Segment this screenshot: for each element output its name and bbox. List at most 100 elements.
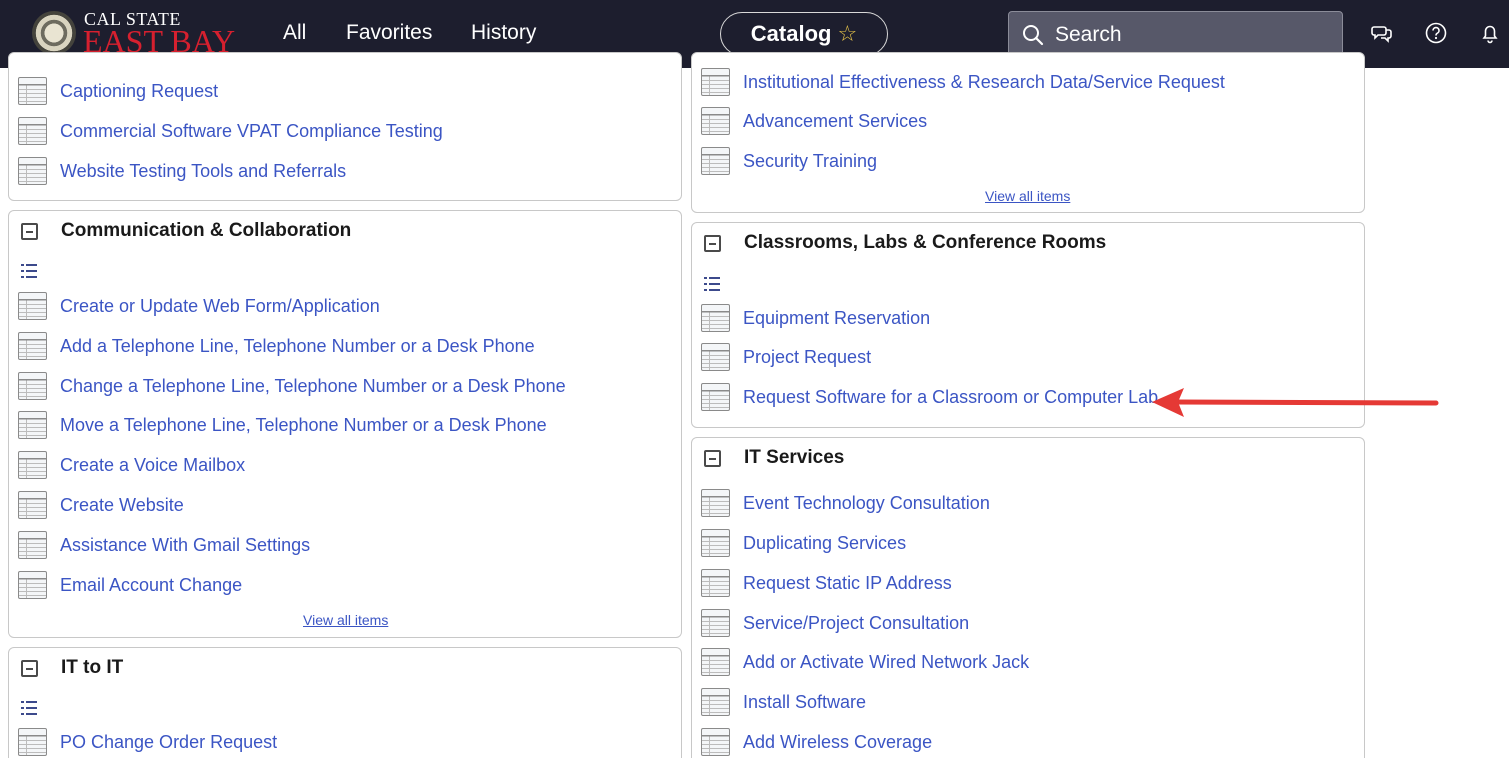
list-item[interactable]: Create Website xyxy=(9,489,681,521)
list-view-icon[interactable] xyxy=(21,701,37,715)
list-item[interactable]: Advancement Services xyxy=(692,105,1364,137)
list-item[interactable]: Add or Activate Wired Network Jack xyxy=(692,646,1364,678)
search-icon xyxy=(1023,25,1044,46)
item-link[interactable]: Website Testing Tools and Referrals xyxy=(60,160,346,182)
card-title: IT Services xyxy=(744,447,845,468)
list-item[interactable]: Service/Project Consultation xyxy=(692,607,1364,639)
view-all-items-link[interactable]: View all items xyxy=(985,188,1070,204)
search-input[interactable] xyxy=(1055,20,1325,50)
list-item[interactable]: PO Change Order Request xyxy=(9,726,681,758)
list-item[interactable]: Captioning Request xyxy=(9,75,681,107)
item-link[interactable]: Advancement Services xyxy=(743,110,927,132)
card-header: Communication & Collaboration xyxy=(9,211,681,251)
catalog-item-icon xyxy=(701,728,730,756)
card-it-services: IT Services Event Technology Consultatio… xyxy=(691,437,1365,758)
item-link[interactable]: Install Software xyxy=(743,691,866,713)
item-link[interactable]: Add Wireless Coverage xyxy=(743,731,932,753)
catalog-item-icon xyxy=(701,529,730,557)
list-item[interactable]: Project Request xyxy=(692,341,1364,373)
item-link[interactable]: Request Software for a Classroom or Comp… xyxy=(743,386,1158,408)
item-link[interactable]: Create a Voice Mailbox xyxy=(60,454,245,476)
item-link[interactable]: Request Static IP Address xyxy=(743,572,952,594)
card-header: IT Services xyxy=(692,438,1364,478)
notification-bell-icon[interactable] xyxy=(1479,22,1501,44)
item-link[interactable]: Move a Telephone Line, Telephone Number … xyxy=(60,414,547,436)
list-item[interactable]: Website Testing Tools and Referrals xyxy=(9,155,681,187)
card-header: IT to IT xyxy=(9,648,681,688)
list-item[interactable]: Security Training xyxy=(692,145,1364,177)
list-view-icon[interactable] xyxy=(704,277,720,291)
catalog-item-icon xyxy=(701,609,730,637)
catalog-item-icon xyxy=(701,304,730,332)
collapse-icon[interactable] xyxy=(21,223,38,240)
catalog-item-icon xyxy=(701,68,730,96)
catalog-button[interactable]: Catalog ☆ xyxy=(720,12,888,56)
star-icon[interactable]: ☆ xyxy=(837,23,857,45)
card-communication-collaboration: Communication & Collaboration Create or … xyxy=(8,210,682,638)
card-title: IT to IT xyxy=(61,657,124,678)
list-item[interactable]: Email Account Change xyxy=(9,569,681,601)
catalog-item-icon xyxy=(701,383,730,411)
item-link[interactable]: Equipment Reservation xyxy=(743,307,930,329)
list-item[interactable]: Equipment Reservation xyxy=(692,302,1364,334)
item-link[interactable]: Security Training xyxy=(743,150,877,172)
card-title: Communication & Collaboration xyxy=(61,220,352,241)
help-icon[interactable] xyxy=(1425,22,1447,44)
nav-favorites[interactable]: Favorites xyxy=(346,20,432,46)
collapse-icon[interactable] xyxy=(704,450,721,467)
item-link[interactable]: Service/Project Consultation xyxy=(743,612,969,634)
item-link[interactable]: Add or Activate Wired Network Jack xyxy=(743,651,1029,673)
collapse-icon[interactable] xyxy=(21,660,38,677)
item-link[interactable]: Assistance With Gmail Settings xyxy=(60,534,310,556)
catalog-item-icon xyxy=(701,489,730,517)
collapse-icon[interactable] xyxy=(704,235,721,252)
item-link[interactable]: Institutional Effectiveness & Research D… xyxy=(743,71,1225,93)
view-all-items-link[interactable]: View all items xyxy=(303,612,388,628)
catalog-item-icon xyxy=(18,728,47,756)
list-item[interactable]: Create or Update Web Form/Application xyxy=(9,290,681,322)
search-box[interactable] xyxy=(1008,11,1343,57)
nav-history[interactable]: History xyxy=(471,20,536,46)
item-link[interactable]: Create or Update Web Form/Application xyxy=(60,295,380,317)
list-item[interactable]: Move a Telephone Line, Telephone Number … xyxy=(9,409,681,441)
list-item[interactable]: Install Software xyxy=(692,686,1364,718)
card-title: Classrooms, Labs & Conference Rooms xyxy=(744,232,1107,253)
card-research-services: Institutional Effectiveness & Research D… xyxy=(691,52,1365,213)
item-link[interactable]: Event Technology Consultation xyxy=(743,492,990,514)
item-link[interactable]: Captioning Request xyxy=(60,80,218,102)
item-link[interactable]: PO Change Order Request xyxy=(60,731,277,753)
nav-all[interactable]: All xyxy=(283,20,306,46)
card-it-to-it: IT to IT PO Change Order Request xyxy=(8,647,682,758)
list-item[interactable]: Request Static IP Address xyxy=(692,567,1364,599)
list-item[interactable]: Commercial Software VPAT Compliance Test… xyxy=(9,115,681,147)
item-link[interactable]: Change a Telephone Line, Telephone Numbe… xyxy=(60,375,566,397)
item-link[interactable]: Duplicating Services xyxy=(743,532,906,554)
catalog-label: Catalog xyxy=(750,21,832,46)
catalog-item-icon xyxy=(701,107,730,135)
catalog-item-icon xyxy=(18,531,47,559)
item-link[interactable]: Create Website xyxy=(60,494,184,516)
catalog-item-icon xyxy=(701,648,730,676)
cal-state-east-bay-logo[interactable]: CAL STATE EAST BAY xyxy=(30,10,245,58)
list-item[interactable]: Assistance With Gmail Settings xyxy=(9,529,681,561)
chat-icon[interactable] xyxy=(1371,22,1393,44)
item-link[interactable]: Email Account Change xyxy=(60,574,242,596)
catalog-item-icon xyxy=(18,372,47,400)
item-link[interactable]: Project Request xyxy=(743,346,871,368)
list-item[interactable]: Add a Telephone Line, Telephone Number o… xyxy=(9,330,681,362)
catalog-item-icon xyxy=(18,451,47,479)
catalog-item-icon xyxy=(18,117,47,145)
list-item[interactable]: Create a Voice Mailbox xyxy=(9,449,681,481)
list-view-icon[interactable] xyxy=(21,264,37,278)
list-item[interactable]: Duplicating Services xyxy=(692,527,1364,559)
list-item[interactable]: Change a Telephone Line, Telephone Numbe… xyxy=(9,370,681,402)
item-link[interactable]: Commercial Software VPAT Compliance Test… xyxy=(60,120,443,142)
list-item[interactable]: Institutional Effectiveness & Research D… xyxy=(692,66,1364,98)
list-item[interactable]: Add Wireless Coverage xyxy=(692,726,1364,758)
catalog-item-icon xyxy=(18,77,47,105)
catalog-item-icon xyxy=(18,292,47,320)
catalog-item-icon xyxy=(701,343,730,371)
item-link[interactable]: Add a Telephone Line, Telephone Number o… xyxy=(60,335,535,357)
catalog-item-icon xyxy=(701,569,730,597)
list-item[interactable]: Event Technology Consultation xyxy=(692,487,1364,519)
